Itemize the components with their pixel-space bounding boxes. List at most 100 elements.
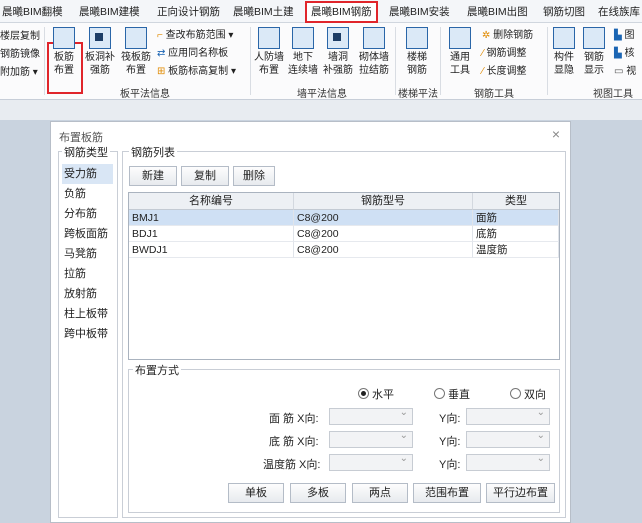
elevation-copy-button[interactable]: ⊞ 板筋标高复制 ▾ bbox=[157, 62, 236, 77]
table-cell-type[interactable]: 温度筋 bbox=[473, 242, 559, 258]
delete-icon: ✲ bbox=[482, 30, 494, 41]
table-cell-spec[interactable]: C8@200 bbox=[294, 210, 473, 226]
tab-anzhuang[interactable]: 晨曦BIM安装 bbox=[389, 4, 450, 20]
view-tool-1[interactable]: ▙ 图 bbox=[614, 26, 634, 41]
elevation-copy-label: 板筋标高复制 ▾ bbox=[168, 66, 236, 77]
rebar-type-item[interactable]: 受力筋 bbox=[62, 164, 113, 184]
screen-icon: ▭ bbox=[614, 66, 627, 77]
radio-bidirectional[interactable]: 双向 bbox=[510, 386, 546, 402]
close-icon[interactable]: × bbox=[552, 126, 560, 142]
masonry-tie-button[interactable]: 砌体墙 拉结筋 bbox=[357, 27, 391, 77]
tab-zuku[interactable]: 在线族库 bbox=[598, 4, 640, 20]
length-adjust-button[interactable]: ⁄ 长度调整 bbox=[482, 62, 526, 77]
temp-rebar-x-select[interactable] bbox=[329, 453, 413, 471]
masonry-tie-label-1: 砌体墙 bbox=[359, 52, 389, 63]
raft-rebar-label-1: 筏板筋 bbox=[121, 52, 151, 63]
rebar-type-legend: 钢筋类型 bbox=[62, 144, 110, 160]
bottom-rebar-y-select[interactable] bbox=[466, 430, 550, 448]
hole-reinforce-label-2: 强筋 bbox=[90, 65, 110, 76]
stair-rebar-button[interactable]: 楼梯 钢筋 bbox=[400, 27, 434, 77]
new-button[interactable]: 新建 bbox=[129, 166, 177, 186]
radio-vertical[interactable]: 垂直 bbox=[434, 386, 470, 402]
view-tool-3[interactable]: ▭ 视 bbox=[614, 62, 636, 77]
radio-dot-icon bbox=[358, 388, 369, 399]
raft-rebar-icon bbox=[125, 27, 147, 49]
extra-rebar-button[interactable]: 附加筋 ▾ bbox=[0, 63, 38, 78]
diaphragm-wall-label-2: 连续墙 bbox=[288, 65, 318, 76]
length-adjust-label: 长度调整 bbox=[486, 66, 527, 77]
rebar-type-item[interactable]: 跨板面筋 bbox=[62, 224, 113, 244]
tab-jianmo[interactable]: 晨曦BIM建模 bbox=[79, 4, 140, 20]
tab-chutu[interactable]: 晨曦BIM出图 bbox=[467, 4, 528, 20]
ribbon-tab-bar: 晨曦BIM翻模 晨曦BIM建模 正向设计钢筋 晨曦BIM土建 晨曦BIM钢筋 晨… bbox=[0, 0, 642, 23]
floor-copy-button[interactable]: 楼层复制 bbox=[0, 27, 40, 42]
rebar-type-item[interactable]: 放射筋 bbox=[62, 284, 113, 304]
rebar-mirror-button[interactable]: 钢筋镜像 bbox=[0, 45, 40, 60]
diaphragm-wall-button[interactable]: 地下 连续墙 bbox=[287, 27, 319, 77]
pencil-icon bbox=[449, 27, 471, 49]
table-cell-spec[interactable]: C8@200 bbox=[294, 226, 473, 242]
slab-rebar-label-2: 布置 bbox=[54, 65, 74, 76]
rebar-type-item[interactable]: 跨中板带 bbox=[62, 324, 113, 344]
rebar-type-item[interactable]: 柱上板带 bbox=[62, 304, 113, 324]
civil-defense-wall-button[interactable]: 人防墙 布置 bbox=[253, 27, 285, 77]
hole-reinforce-icon bbox=[89, 27, 111, 49]
group-label-stair: 楼梯平法 bbox=[398, 89, 438, 100]
table-cell-type[interactable]: 底筋 bbox=[473, 226, 559, 242]
tab-gangjin[interactable]: 晨曦BIM钢筋 bbox=[305, 1, 378, 23]
rebar-type-item[interactable]: 马凳筋 bbox=[62, 244, 113, 264]
column-header-spec[interactable]: 钢筋型号 bbox=[294, 193, 473, 210]
masonry-tie-icon bbox=[363, 27, 385, 49]
civil-defense-label-1: 人防墙 bbox=[254, 52, 284, 63]
face-rebar-x-label: 面 筋 X向: bbox=[269, 413, 319, 425]
group-label-slab: 板平法信息 bbox=[120, 89, 170, 100]
delete-rebar-label: 删除钢筋 bbox=[493, 30, 534, 41]
two-point-button[interactable]: 两点 bbox=[352, 483, 408, 503]
rebar-display-label-2: 显示 bbox=[584, 65, 604, 76]
query-range-button[interactable]: ⌐ 查改布筋范围 ▾ bbox=[157, 26, 233, 41]
rebar-adjust-button[interactable]: ⁄ 钢筋调整 bbox=[482, 44, 526, 59]
bottom-rebar-x-select[interactable] bbox=[329, 430, 413, 448]
table-cell-name[interactable]: BWDJ1 bbox=[129, 242, 294, 258]
parallel-edge-button[interactable]: 平行边布置 bbox=[486, 483, 555, 503]
table-cell-type[interactable]: 面筋 bbox=[473, 210, 559, 226]
copy-button[interactable]: 复制 bbox=[181, 166, 229, 186]
rebar-type-item[interactable]: 拉筋 bbox=[62, 264, 113, 284]
slab-rebar-layout-button[interactable]: 板筋 布置 bbox=[50, 27, 78, 77]
delete-button[interactable]: 删除 bbox=[233, 166, 275, 186]
rebar-type-item[interactable]: 负筋 bbox=[62, 184, 113, 204]
component-visibility-button[interactable]: 构件 显隐 bbox=[550, 27, 578, 77]
rebar-display-button[interactable]: 钢筋 显示 bbox=[580, 27, 608, 77]
face-rebar-y-select[interactable] bbox=[466, 407, 550, 425]
face-rebar-x-select[interactable] bbox=[329, 407, 413, 425]
raft-rebar-button[interactable]: 筏板筋 布置 bbox=[119, 27, 153, 77]
hole-reinforce-label-1: 板洞补 bbox=[85, 52, 115, 63]
wall-hole-rebar-button[interactable]: 墙洞 补强筋 bbox=[321, 27, 355, 77]
table-cell-name[interactable]: BMJ1 bbox=[129, 210, 294, 226]
temp-rebar-y-select[interactable] bbox=[466, 453, 550, 471]
table-cell-name[interactable]: BDJ1 bbox=[129, 226, 294, 242]
single-slab-button[interactable]: 单板 bbox=[228, 483, 284, 503]
grid-icon: ⊞ bbox=[157, 66, 169, 77]
group-label-tools: 钢筋工具 bbox=[474, 89, 514, 100]
general-tools-button[interactable]: 通用 工具 bbox=[445, 27, 475, 77]
column-header-type[interactable]: 类型 bbox=[473, 193, 559, 210]
hole-reinforce-button[interactable]: 板洞补 强筋 bbox=[83, 27, 117, 77]
column-header-name[interactable]: 名称编号 bbox=[129, 193, 294, 210]
tab-zhengxiang[interactable]: 正向设计钢筋 bbox=[157, 4, 220, 20]
radio-horizontal[interactable]: 水平 bbox=[358, 386, 394, 402]
tab-qietu[interactable]: 钢筋切图 bbox=[543, 4, 585, 20]
slab-rebar-label-1: 板筋 bbox=[54, 52, 74, 63]
range-layout-button[interactable]: 范围布置 bbox=[413, 483, 481, 503]
tab-tujian[interactable]: 晨曦BIM土建 bbox=[233, 4, 294, 20]
tab-fanmo[interactable]: 晨曦BIM翻模 bbox=[2, 4, 63, 20]
rebar-type-item[interactable]: 分布筋 bbox=[62, 204, 113, 224]
table-cell-spec[interactable]: C8@200 bbox=[294, 242, 473, 258]
component-visibility-label-2: 显隐 bbox=[554, 65, 574, 76]
multi-slab-button[interactable]: 多板 bbox=[290, 483, 346, 503]
general-tools-label-1: 通用 bbox=[450, 52, 470, 63]
apply-same-name-button[interactable]: ⇄ 应用同名称板 bbox=[157, 44, 228, 59]
view-tool-2[interactable]: ▙ 核 bbox=[614, 44, 634, 59]
rebar-type-list: 受力筋 负筋 分布筋 跨板面筋 马凳筋 拉筋 放射筋 柱上板带 跨中板带 bbox=[62, 164, 113, 344]
delete-rebar-button[interactable]: ✲ 删除钢筋 bbox=[482, 26, 533, 41]
